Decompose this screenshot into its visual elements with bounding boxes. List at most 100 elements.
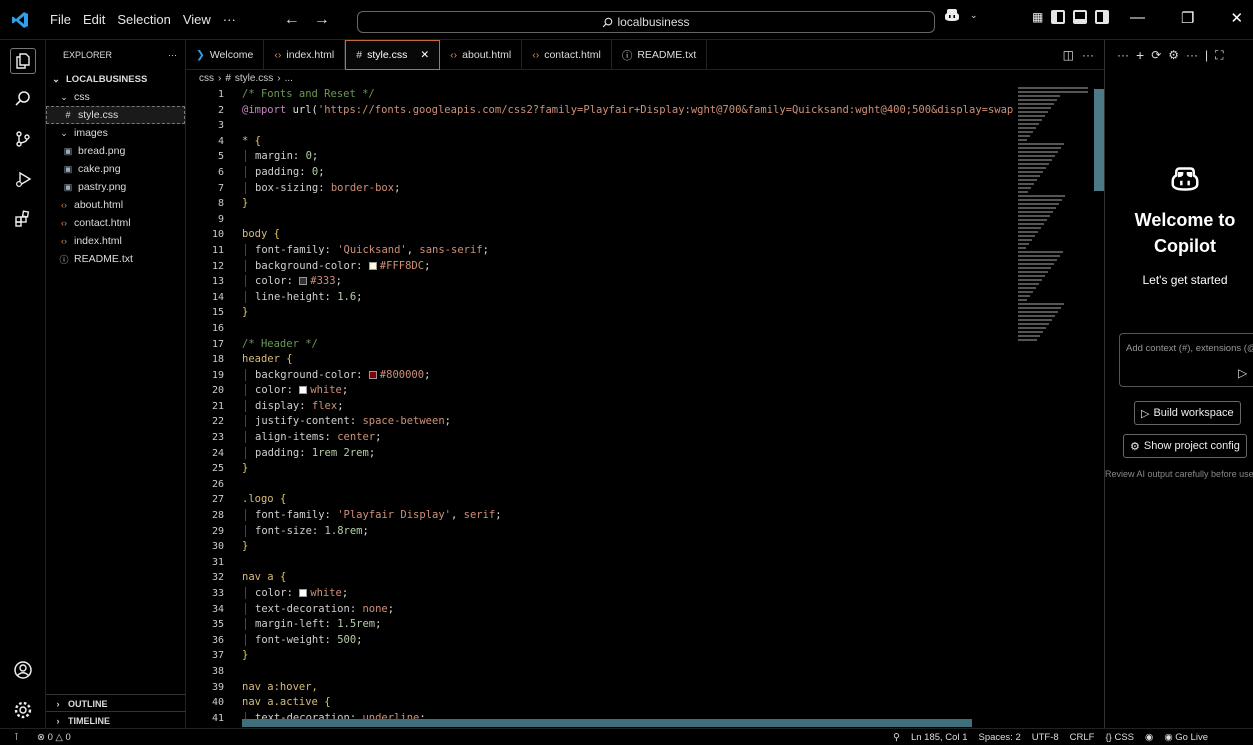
problems-indicator[interactable]: ⊗ 0 △ 0: [37, 732, 71, 743]
html-file-icon: ‹›: [61, 236, 67, 246]
tab-index-html[interactable]: ‹› index.html: [264, 40, 346, 70]
code-line: font-size: 1.8rem;: [242, 524, 1016, 540]
tree-item-pastry-png[interactable]: ▣ pastry.png: [46, 178, 185, 196]
tab-readme-txt[interactable]: ⓘ README.txt: [612, 40, 708, 70]
tab-label: Welcome: [209, 49, 254, 61]
vertical-scrollbar[interactable]: [1094, 89, 1104, 191]
close-tab-icon[interactable]: ✕: [420, 49, 429, 61]
breadcrumb-file[interactable]: style.css: [235, 73, 273, 84]
line-number: 23: [211, 432, 224, 444]
chevron-down-icon: ⌄: [60, 127, 68, 138]
image-file-icon: ▣: [63, 145, 73, 156]
menu-file[interactable]: File: [44, 12, 77, 27]
more-icon[interactable]: ···: [1186, 48, 1198, 62]
line-ending[interactable]: CRLF: [1070, 732, 1095, 743]
restore-icon[interactable]: ❐: [1181, 9, 1194, 27]
explorer-files-icon[interactable]: [10, 48, 36, 74]
source-control-icon[interactable]: [10, 126, 36, 152]
tree-item-about-html[interactable]: ‹› about.html: [46, 196, 185, 214]
toggle-secondary-sidebar-icon[interactable]: [1095, 10, 1110, 24]
run-debug-icon[interactable]: [10, 166, 36, 192]
color-swatch-icon[interactable]: [368, 261, 377, 270]
search-icon[interactable]: [10, 86, 36, 112]
indentation[interactable]: Spaces: 2: [978, 732, 1020, 743]
color-swatch-icon[interactable]: [299, 589, 308, 597]
code-line-content: font-family: 'Playfair Display', serif;: [245, 509, 502, 522]
toggle-sidebar-icon[interactable]: [1051, 10, 1066, 24]
color-swatch-icon[interactable]: [299, 386, 308, 395]
tree-item-style-css[interactable]: # style.css: [46, 106, 185, 124]
workspace-root[interactable]: ⌄ LOCALBUSINESS: [46, 70, 185, 88]
tree-item-bread-png[interactable]: ▣ bread.png: [46, 142, 185, 160]
code-area[interactable]: /* Fonts and Reset */ @import url('https:…: [242, 87, 1016, 726]
breadcrumb-folder[interactable]: css: [199, 73, 214, 84]
timeline-section[interactable]: › TIMELINE: [46, 711, 186, 729]
account-icon[interactable]: [10, 657, 36, 683]
tree-item-readme-txt[interactable]: ⓘ README.txt: [46, 250, 185, 268]
tab-contact-html[interactable]: ‹› contact.html: [522, 40, 612, 70]
show-project-config-button[interactable]: ⚙ Show project config: [1123, 434, 1247, 458]
send-icon[interactable]: ▷: [1238, 366, 1247, 380]
copilot-status-icon[interactable]: ◉: [1145, 732, 1153, 743]
minimize-icon[interactable]: —: [1130, 9, 1145, 27]
toggle-panel-icon[interactable]: [1073, 10, 1088, 24]
copilot-welcome-title: Welcome to: [1134, 210, 1236, 230]
tree-item-css[interactable]: ⌄ css: [46, 88, 185, 106]
language-mode[interactable]: {} CSS: [1105, 732, 1134, 743]
copilot-chat-input[interactable]: Add context (#), extensions (@), command…: [1119, 333, 1253, 387]
history-icon[interactable]: ⟳: [1151, 48, 1161, 62]
line-number: 4: [217, 135, 224, 147]
code-token: body: [242, 228, 274, 241]
html-file-icon: ‹›: [61, 200, 67, 210]
menu-more[interactable]: ···: [217, 12, 242, 27]
tree-item-contact-html[interactable]: ‹› contact.html: [46, 214, 185, 232]
tree-item-cake-png[interactable]: ▣ cake.png: [46, 160, 185, 178]
build-workspace-button[interactable]: ▷ Build workspace: [1134, 401, 1241, 425]
code-line-content: align-items: center;: [245, 431, 382, 444]
timeline-label: TIMELINE: [68, 715, 110, 726]
minimap[interactable]: [1018, 87, 1094, 357]
customize-layout-icon[interactable]: ▦: [1032, 10, 1043, 24]
remote-icon[interactable]: ⊺: [14, 732, 19, 743]
more-icon[interactable]: ···: [1117, 48, 1129, 62]
tree-item-index-html[interactable]: ‹› index.html: [46, 232, 185, 250]
settings-gear-icon[interactable]: ⚙: [1168, 48, 1179, 62]
menu-edit[interactable]: Edit: [77, 12, 111, 27]
more-actions-icon[interactable]: ···: [1082, 48, 1094, 62]
line-number: 17: [211, 338, 224, 350]
code-line: nav a {: [242, 570, 1016, 586]
breadcrumb-symbol[interactable]: ...: [285, 73, 293, 84]
tab-welcome[interactable]: ❯ Welcome: [186, 40, 265, 70]
copilot-menu[interactable]: ⌄: [944, 8, 978, 22]
close-icon[interactable]: ✕: [1230, 9, 1243, 27]
explorer-more-button[interactable]: ···: [168, 50, 177, 60]
manage-gear-icon[interactable]: [10, 697, 36, 723]
zoom-icon[interactable]: ⚲: [893, 732, 900, 743]
menu-view[interactable]: View: [177, 12, 217, 27]
copilot-welcome-title-2: Copilot: [1154, 236, 1216, 256]
menu-selection[interactable]: Selection: [111, 12, 176, 27]
tab-style-css[interactable]: # style.css ✕: [345, 40, 441, 70]
horizontal-scrollbar[interactable]: [242, 719, 972, 727]
tree-item-images[interactable]: ⌄ images: [46, 124, 185, 142]
minimap-line: [1018, 271, 1048, 273]
extensions-icon[interactable]: [10, 206, 36, 232]
tree-item-label: contact.html: [74, 217, 131, 229]
split-editor-icon[interactable]: ◫: [1063, 48, 1074, 62]
tab-about-html[interactable]: ‹› about.html: [440, 40, 523, 70]
go-live-button[interactable]: ◉ Go Live: [1164, 732, 1208, 743]
new-chat-icon[interactable]: +: [1136, 47, 1144, 63]
copilot-subtitle: Let's get started: [1142, 273, 1228, 287]
maximize-icon[interactable]: ⛶: [1215, 48, 1223, 63]
code-token: 1.5rem: [337, 618, 376, 631]
command-center-search[interactable]: localbusiness: [357, 11, 935, 33]
color-swatch-icon[interactable]: [299, 277, 308, 286]
outline-section[interactable]: › OUTLINE: [46, 694, 186, 712]
menu-bar: File Edit Selection View ···: [44, 12, 242, 27]
cursor-position[interactable]: Ln 185, Col 1: [911, 732, 968, 743]
encoding[interactable]: UTF-8: [1032, 732, 1059, 743]
forward-arrow-icon[interactable]: →: [314, 11, 330, 29]
color-swatch-icon[interactable]: [368, 370, 377, 379]
back-arrow-icon[interactable]: ←: [284, 11, 300, 29]
code-editor[interactable]: 1 2 3 4 5 6 7 8 9 10 11 12 13 14 15 16 17 18 19 20 21 22 23 24 2…: [186, 87, 1104, 728]
